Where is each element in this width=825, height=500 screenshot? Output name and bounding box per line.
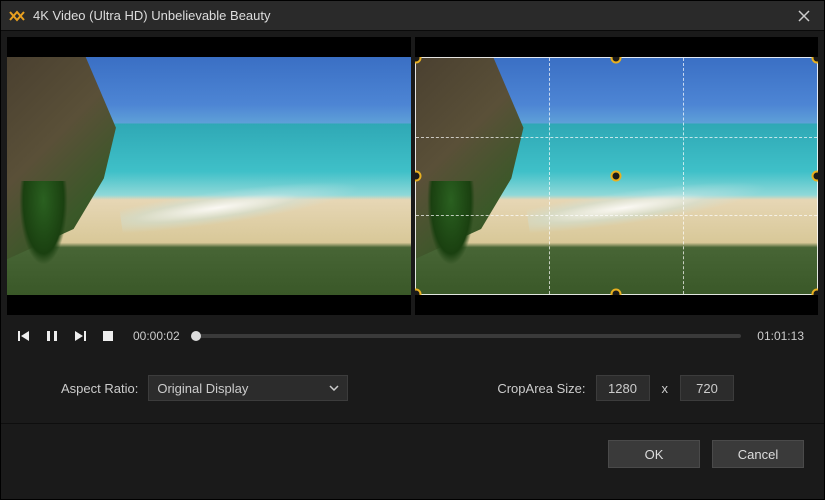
seek-slider[interactable] [196, 334, 742, 338]
dimension-separator: x [660, 381, 671, 396]
cancel-label: Cancel [738, 447, 778, 462]
step-forward-button[interactable] [71, 327, 89, 345]
video-frame-original [7, 57, 411, 295]
playback-controls: 00:00:02 01:01:13 [1, 321, 824, 357]
aspect-ratio-select[interactable]: Original Display [148, 375, 348, 401]
crop-grid-line [416, 215, 818, 216]
step-forward-icon [73, 329, 87, 343]
step-back-icon [17, 329, 31, 343]
crop-handle-w[interactable] [415, 171, 422, 182]
pause-icon [46, 329, 58, 343]
crop-height-input[interactable]: 720 [680, 375, 734, 401]
preview-original [7, 37, 411, 315]
stop-button[interactable] [99, 327, 117, 345]
crop-grid-line [416, 137, 818, 138]
crop-handle-se[interactable] [812, 289, 819, 296]
ok-label: OK [645, 447, 664, 462]
crop-handle-nw[interactable] [415, 57, 422, 64]
stop-icon [102, 330, 114, 342]
crop-width-value: 1280 [608, 381, 637, 396]
crop-settings: Aspect Ratio: Original Display CropArea … [1, 357, 824, 411]
pause-button[interactable] [43, 327, 61, 345]
crop-handle-center[interactable] [611, 171, 622, 182]
ok-button[interactable]: OK [608, 440, 700, 468]
crop-handle-e[interactable] [812, 171, 819, 182]
video-frame-crop [415, 57, 819, 295]
crop-height-value: 720 [696, 381, 718, 396]
crop-rectangle[interactable] [415, 57, 819, 295]
titlebar: 4K Video (Ultra HD) Unbelievable Beauty [1, 1, 824, 31]
crop-handle-n[interactable] [611, 57, 622, 64]
crop-handle-ne[interactable] [812, 57, 819, 64]
crop-handle-sw[interactable] [415, 289, 422, 296]
step-back-button[interactable] [15, 327, 33, 345]
app-logo-icon [9, 8, 25, 24]
seek-thumb[interactable] [191, 331, 201, 341]
crop-width-input[interactable]: 1280 [596, 375, 650, 401]
crop-handle-s[interactable] [611, 289, 622, 296]
dialog-footer: OK Cancel [1, 423, 824, 484]
crop-grid-line [683, 58, 684, 294]
window-title: 4K Video (Ultra HD) Unbelievable Beauty [33, 8, 792, 23]
cancel-button[interactable]: Cancel [712, 440, 804, 468]
croparea-size-label: CropArea Size: [497, 381, 585, 396]
total-time: 01:01:13 [751, 329, 810, 343]
preview-crop[interactable] [415, 37, 819, 315]
aspect-ratio-value: Original Display [157, 381, 248, 396]
close-button[interactable] [792, 4, 816, 28]
chevron-down-icon [329, 385, 339, 391]
aspect-ratio-label: Aspect Ratio: [61, 381, 138, 396]
preview-row [1, 31, 824, 321]
crop-grid-line [549, 58, 550, 294]
current-time: 00:00:02 [127, 329, 186, 343]
close-icon [798, 10, 810, 22]
video-palm [15, 181, 71, 276]
